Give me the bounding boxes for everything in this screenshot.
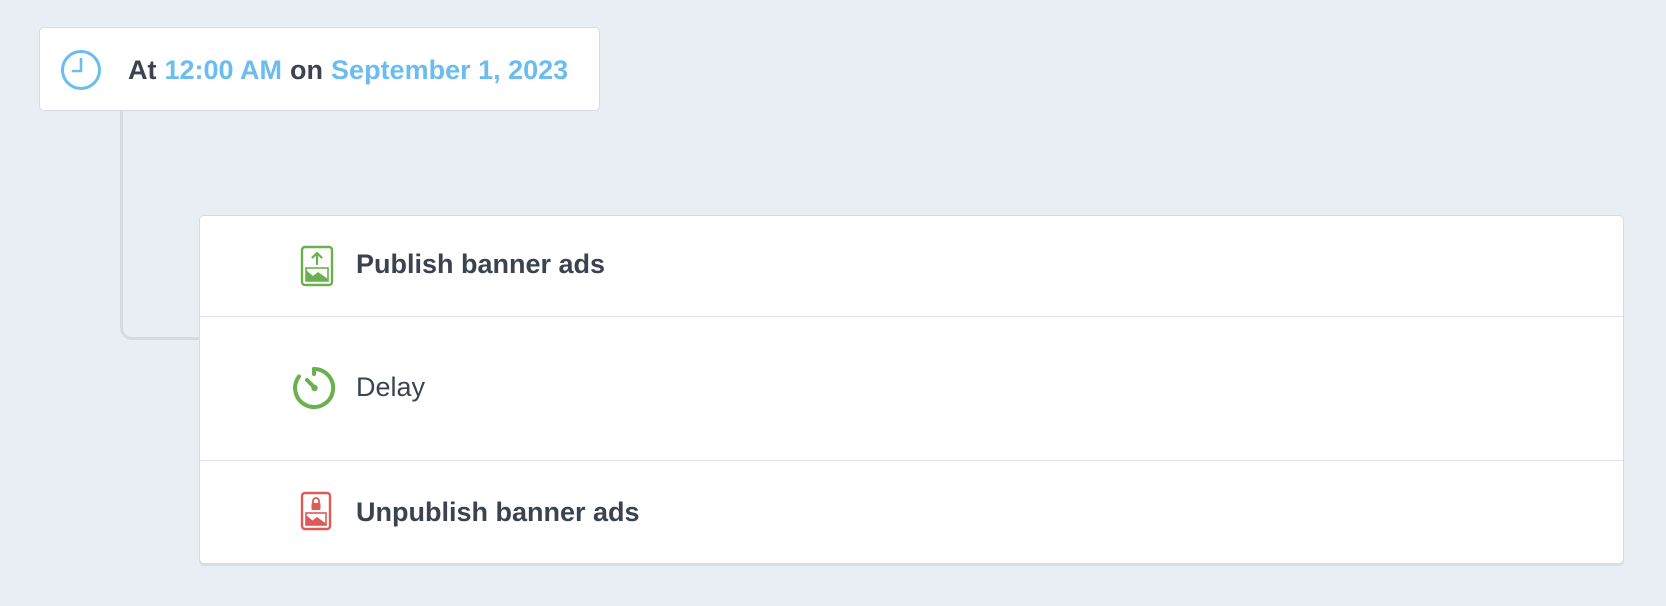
- trigger-description: At 12:00 AM on September 1, 2023: [128, 28, 568, 112]
- trigger-date[interactable]: September 1, 2023: [331, 55, 568, 86]
- actions-list-card: Publish banner ads Delay Unpublish banne: [199, 215, 1624, 564]
- flow-connector-line: [120, 110, 200, 340]
- schedule-trigger-card[interactable]: At 12:00 AM on September 1, 2023: [39, 27, 600, 111]
- action-label: Unpublish banner ads: [356, 497, 640, 527]
- delay-timer-icon: [291, 365, 337, 411]
- publish-banner-icon: [300, 245, 334, 287]
- action-row-unpublish-banner-ads[interactable]: Unpublish banner ads: [200, 461, 1623, 563]
- action-label: Publish banner ads: [356, 249, 606, 279]
- action-row-publish-banner-ads[interactable]: Publish banner ads: [200, 216, 1623, 317]
- trigger-middle: on: [290, 54, 324, 85]
- action-row-delay[interactable]: Delay: [200, 317, 1623, 461]
- clock-icon: [60, 49, 102, 91]
- unpublish-banner-icon: [300, 491, 332, 531]
- action-label: Delay: [356, 372, 426, 402]
- trigger-time[interactable]: 12:00 AM: [165, 55, 283, 86]
- trigger-prefix: At: [128, 54, 157, 85]
